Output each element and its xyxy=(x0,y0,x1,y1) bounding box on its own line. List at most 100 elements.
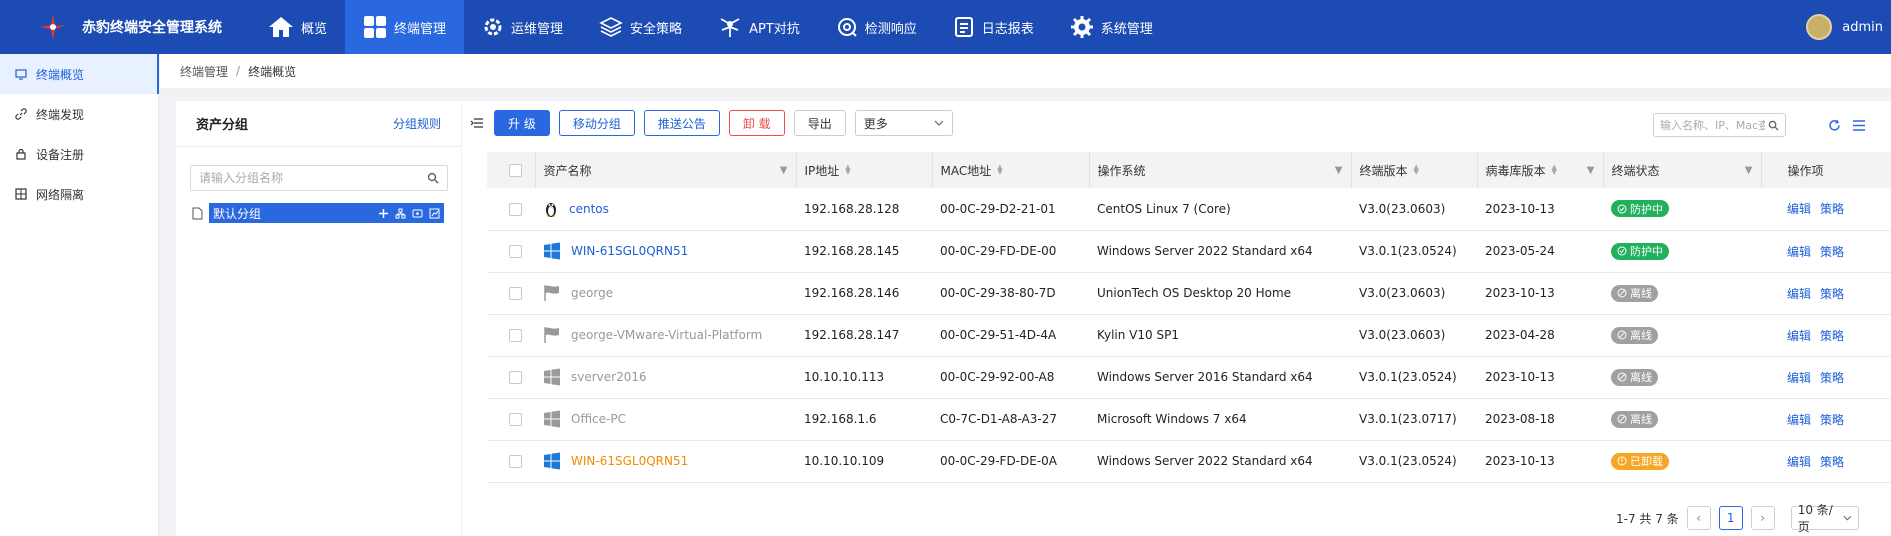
table-row[interactable]: sverver2016 10.10.10.113 00-0C-29-92-00-A8… xyxy=(487,356,1891,399)
nav-item-ops[interactable]: 运维管理 xyxy=(464,0,581,54)
edit-link[interactable]: 编辑 xyxy=(1787,329,1811,343)
header-os[interactable]: 操作系统 ▼ xyxy=(1089,152,1352,188)
table-row[interactable]: george 192.168.28.146 00-0C-29-38-80-7D Uni… xyxy=(487,272,1891,315)
policy-link[interactable]: 策略 xyxy=(1820,329,1844,343)
policy-link[interactable]: 策略 xyxy=(1820,413,1844,427)
row-checkbox[interactable] xyxy=(509,371,522,384)
prev-page-button[interactable]: ‹ xyxy=(1686,506,1711,530)
nav-item-log-report[interactable]: 日志报表 xyxy=(935,0,1052,54)
upgrade-button[interactable]: 升 级 xyxy=(494,110,550,136)
sidebar-item-network-isolation[interactable]: 网络隔离 xyxy=(0,174,158,214)
asset-name-link[interactable]: centos xyxy=(569,202,609,216)
asset-name-link[interactable]: sverver2016 xyxy=(571,370,647,384)
asset-name-link[interactable]: WIN-61SGL0QRN51 xyxy=(571,244,688,258)
table-row[interactable]: WIN-61SGL0QRN51 192.168.28.145 00-0C-29-FD… xyxy=(487,230,1891,273)
sort-icon[interactable]: ▲ ▼ xyxy=(997,164,1002,176)
user-menu[interactable]: admin xyxy=(1806,0,1891,54)
nav-item-security-policy[interactable]: 安全策略 xyxy=(581,0,700,54)
policy-link[interactable]: 策略 xyxy=(1820,287,1844,301)
filter-icon[interactable]: ▼ xyxy=(780,165,788,176)
export-button[interactable]: 导出 xyxy=(793,110,846,136)
header-mac[interactable]: MAC地址 ▲ ▼ xyxy=(932,152,1090,188)
push-notice-button[interactable]: 推送公告 xyxy=(643,110,720,136)
filter-icon[interactable]: ▼ xyxy=(1335,165,1343,176)
asset-name-link[interactable]: WIN-61SGL0QRN51 xyxy=(571,454,688,468)
row-select-cell[interactable] xyxy=(487,230,535,273)
add-icon[interactable] xyxy=(378,208,389,219)
group-search-input[interactable] xyxy=(199,171,409,185)
policy-link[interactable]: 策略 xyxy=(1820,245,1844,259)
page-size-select[interactable]: 10 条/页 xyxy=(1790,503,1859,534)
page-number-button[interactable]: 1 xyxy=(1718,506,1743,530)
policy-link[interactable]: 策略 xyxy=(1820,371,1844,385)
move-group-button[interactable]: 移动分组 xyxy=(558,110,635,136)
table-row[interactable]: WIN-61SGL0QRN51 10.10.10.109 00-0C-29-FD-D… xyxy=(487,440,1891,483)
header-virus-db[interactable]: 病毒库版本 ▲ ▼ ▼ xyxy=(1477,152,1604,188)
header-status[interactable]: 终端状态 ▼ xyxy=(1603,152,1762,188)
row-select-cell[interactable] xyxy=(487,398,535,441)
row-select-cell[interactable] xyxy=(487,440,535,483)
refresh-icon[interactable] xyxy=(1828,119,1841,132)
row-checkbox[interactable] xyxy=(509,245,522,258)
breadcrumb-parent[interactable]: 终端管理 xyxy=(180,63,228,80)
sort-icon[interactable]: ▲ ▼ xyxy=(845,164,850,176)
header-version[interactable]: 终端版本 ▲ ▼ xyxy=(1351,152,1478,188)
search-icon[interactable] xyxy=(427,172,439,184)
row-checkbox[interactable] xyxy=(509,455,522,468)
sidebar-item-terminal-discovery[interactable]: 终端发现 xyxy=(0,94,158,134)
sidebar-item-terminal-overview[interactable]: 终端概览 xyxy=(0,54,159,94)
collapse-list-icon[interactable] xyxy=(470,116,484,130)
row-checkbox[interactable] xyxy=(509,287,522,300)
header-asset-name[interactable]: 资产名称 ▼ xyxy=(535,152,797,188)
row-select-cell[interactable] xyxy=(487,272,535,315)
shield-check-icon xyxy=(1617,246,1627,256)
edit-link[interactable]: 编辑 xyxy=(1787,455,1811,469)
table-row[interactable]: Office-PC 192.168.1.6 C0-7C-D1-A8-A3-27 Mic… xyxy=(487,398,1891,441)
sort-icon[interactable]: ▲ ▼ xyxy=(1552,164,1557,176)
policy-link[interactable]: 策略 xyxy=(1820,202,1844,216)
nav-item-overview[interactable]: 概览 xyxy=(250,0,345,54)
edit-link[interactable]: 编辑 xyxy=(1787,202,1811,216)
uninstall-button[interactable]: 卸 载 xyxy=(728,110,785,136)
policy-link[interactable]: 策略 xyxy=(1820,455,1844,469)
row-select-cell[interactable] xyxy=(487,356,535,399)
row-select-cell[interactable] xyxy=(487,188,535,231)
row-checkbox[interactable] xyxy=(509,413,522,426)
screen-icon[interactable] xyxy=(412,208,423,219)
column-settings-icon[interactable] xyxy=(1852,119,1866,132)
next-page-button[interactable]: › xyxy=(1750,506,1775,530)
edit-link[interactable]: 编辑 xyxy=(1787,371,1811,385)
row-select-cell[interactable] xyxy=(487,314,535,357)
asset-name-link[interactable]: george xyxy=(571,286,613,300)
row-checkbox[interactable] xyxy=(509,329,522,342)
edit-link[interactable]: 编辑 xyxy=(1787,245,1811,259)
nav-item-apt[interactable]: APT对抗 xyxy=(700,0,818,54)
select-all-checkbox[interactable] xyxy=(509,164,522,177)
sidebar-item-device-registration[interactable]: 设备注册 xyxy=(0,134,158,174)
header-ip[interactable]: IP地址 ▲ ▼ xyxy=(796,152,933,188)
table-row[interactable]: george-VMware-Virtual-Platform 192.168.28… xyxy=(487,314,1891,357)
default-group-node[interactable]: 默认分组 xyxy=(209,203,444,223)
search-icon[interactable] xyxy=(1768,120,1779,131)
group-rule-link[interactable]: 分组规则 xyxy=(393,115,441,132)
filter-icon[interactable]: ▼ xyxy=(1745,165,1753,176)
status-text: 离线 xyxy=(1630,371,1652,384)
table-row[interactable]: centos 192.168.28.128 00-0C-29-D2-21-01 Cen… xyxy=(487,188,1891,231)
nav-item-detection[interactable]: 检测响应 xyxy=(818,0,935,54)
org-tree-icon[interactable] xyxy=(395,208,406,219)
terminal-search-input[interactable] xyxy=(1660,118,1765,132)
asset-name-link[interactable]: george-VMware-Virtual-Platform xyxy=(571,328,762,342)
asset-name-link[interactable]: Office-PC xyxy=(571,412,626,426)
chart-icon[interactable] xyxy=(429,208,440,219)
row-checkbox[interactable] xyxy=(509,202,522,216)
asset-name-cell: WIN-61SGL0QRN51 xyxy=(535,230,796,273)
more-dropdown[interactable]: 更多 xyxy=(854,110,953,136)
network-icon xyxy=(720,18,740,37)
sort-icon[interactable]: ▲ ▼ xyxy=(1414,164,1419,176)
header-select-all[interactable] xyxy=(487,152,536,188)
filter-icon[interactable]: ▼ xyxy=(1587,165,1595,176)
nav-item-terminal-management[interactable]: 终端管理 xyxy=(345,0,465,54)
edit-link[interactable]: 编辑 xyxy=(1787,287,1811,301)
edit-link[interactable]: 编辑 xyxy=(1787,413,1811,427)
nav-item-system[interactable]: 系统管理 xyxy=(1052,0,1171,54)
